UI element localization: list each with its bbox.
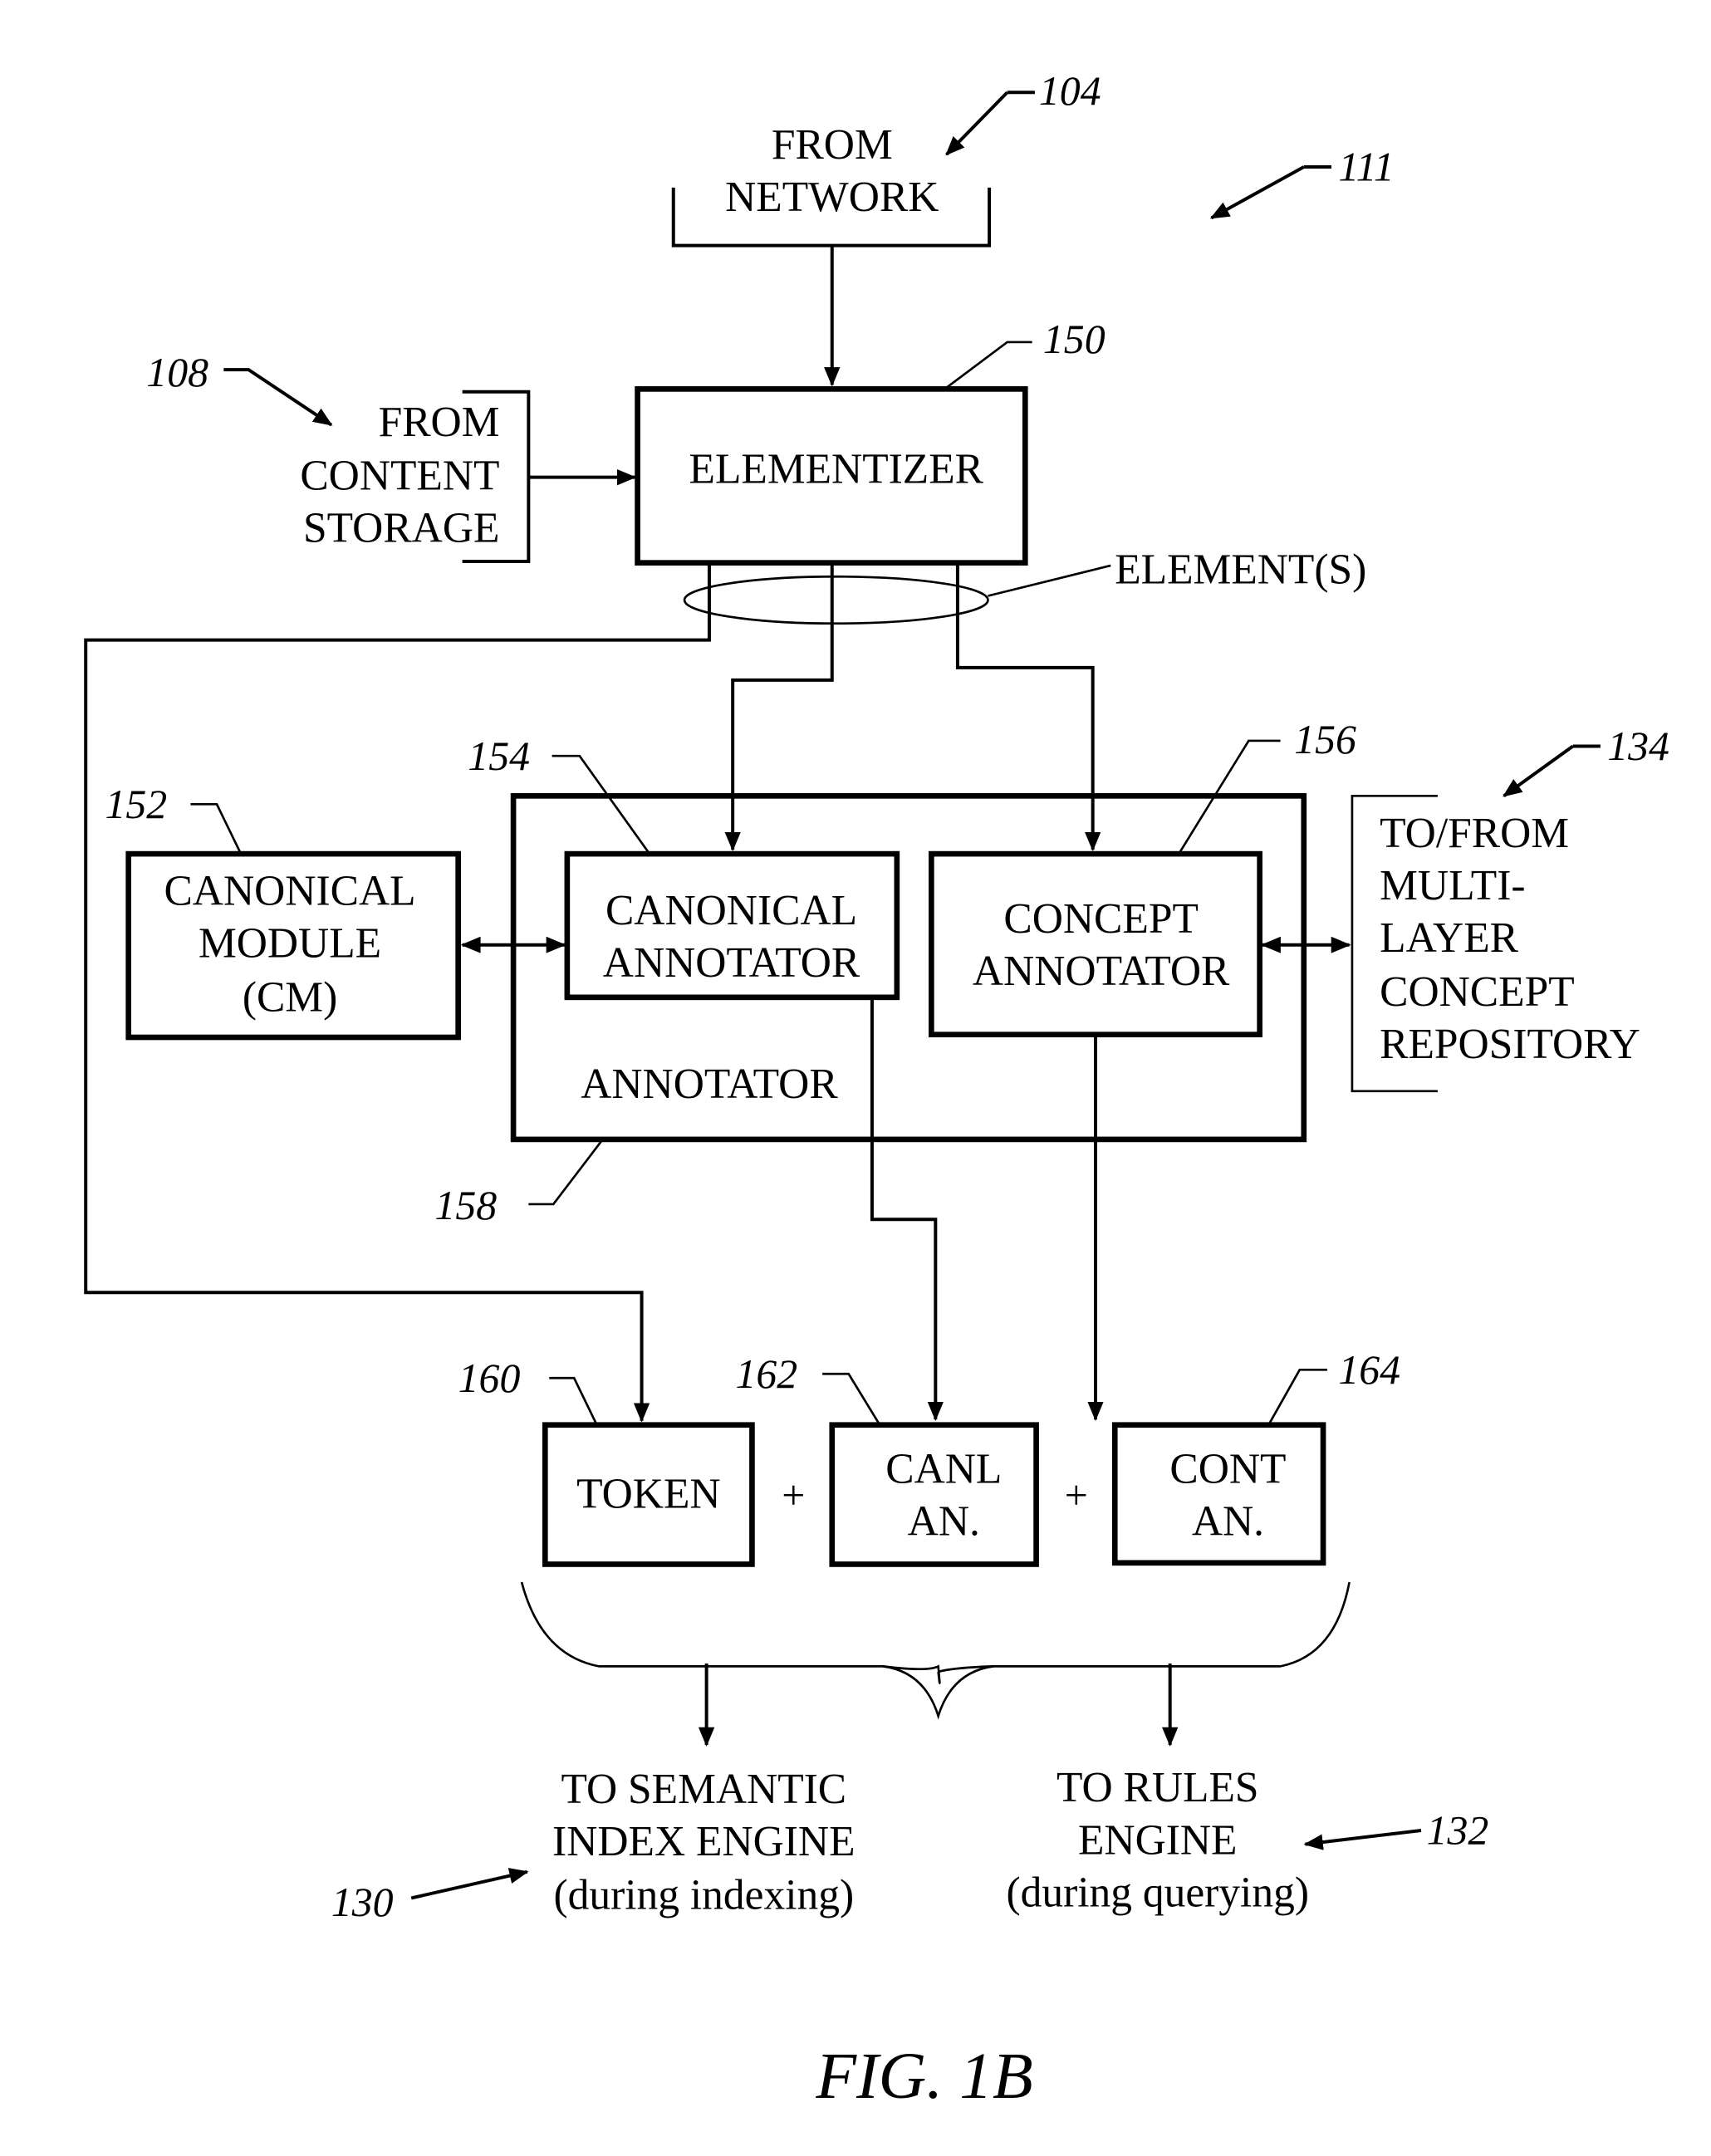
ref-label-108: 108 [146,350,208,395]
from-content-storage-input: FROM CONTENT STORAGE 108 [146,350,637,563]
elementizer-label: ELEMENTIZER [689,445,984,492]
ref-arrow [1303,1829,1422,1850]
leader-line [822,1372,880,1424]
plus-sign-1: + [782,1472,805,1518]
cont-an-line1: CONT [1169,1445,1286,1492]
canonical-annotator-line1: CANONICAL [605,887,857,934]
ref-label-150: 150 [1043,316,1106,362]
ref-arrow [1503,744,1574,797]
patent-diagram: 111 FROM NETWORK 104 FROM CONTENT STORAG… [84,68,1669,2113]
rules-engine-destination: TO RULES ENGINE (during querying) 132 [1006,1764,1488,1916]
plus-sign-2: + [1065,1472,1088,1518]
canonical-module-block: CANONICAL MODULE (CM) 152 [105,782,566,1041]
elements-ellipse [683,575,989,625]
leader-line [552,754,650,854]
rules-engine-line3: (during querying) [1006,1869,1308,1916]
elements-to-concept-annotator-arrow [955,564,1101,852]
ref-label-132: 132 [1427,1808,1489,1854]
concept-annotator-box [929,850,1262,1038]
canonical-module-line2: MODULE [199,920,381,968]
ref-arrow [945,91,1009,156]
annotator-label: ANNOTATOR [581,1061,838,1108]
from-network-input: FROM NETWORK 104 [671,68,1101,387]
leader-line [945,341,1032,389]
canl-an-line1: CANL [885,1445,1002,1492]
grouping-brace [520,1581,1351,1684]
storage-label-line1: FROM [379,399,500,446]
figure-caption: FIG. 1B [815,2040,1032,2113]
output-token: TOKEN 160 [458,1355,755,1567]
leader-line [1268,1368,1328,1424]
repository-line1: TO/FROM [1380,810,1569,857]
elements-to-canonical-annotator-arrow [724,564,834,852]
concept-annotator-line1: CONCEPT [1003,895,1199,943]
network-label-line2: NETWORK [725,174,939,221]
ref-arrow [223,368,333,427]
leader-line [549,1376,597,1424]
ref-label-156: 156 [1294,717,1356,762]
canonical-module-line1: CANONICAL [164,868,415,915]
ref-label-134: 134 [1607,723,1669,769]
semantic-index-destination: TO SEMANTIC INDEX ENGINE (during indexin… [331,1766,856,1925]
semantic-index-line3: (during indexing) [553,1872,854,1919]
ref-label-164: 164 [1338,1347,1400,1393]
network-label-line1: FROM [772,121,893,169]
repository-line2: MULTI- [1380,862,1525,909]
ref-label-104: 104 [1039,68,1101,114]
semantic-index-line1: TO SEMANTIC [561,1766,846,1813]
output-canl-an: CANL AN. 162 [736,1351,1039,1567]
ref-arrow [1209,165,1305,220]
elements-label: ELEMENT(S) [1115,546,1366,594]
semantic-index-line2: INDEX ENGINE [552,1818,855,1865]
repository-line3: LAYER [1380,914,1518,962]
ref-label-130: 130 [331,1879,394,1925]
concept-repository: TO/FROM MULTI- LAYER CONCEPT REPOSITORY … [1260,723,1669,1093]
ref-label-111: 111 [1338,145,1394,190]
cont-an-line2: AN. [1192,1498,1264,1546]
canl-an-line2: AN. [908,1498,980,1546]
canonical-annotator-line2: ANNOTATOR [603,939,860,987]
rules-engine-line2: ENGINE [1078,1816,1238,1864]
ref-label-152: 152 [105,782,167,827]
elementizer-block: ELEMENTIZER 150 [635,316,1106,566]
canonical-to-canl-an-arrow [870,998,944,1422]
annotator-block: ANNOTATOR 158 CANONICAL ANNOTATOR 154 CO… [434,717,1356,1228]
ref-label-158: 158 [434,1183,497,1228]
ref-label-160: 160 [458,1355,521,1401]
ref-arrow [410,1868,529,1900]
leader-line [988,564,1111,597]
concept-annotator-line2: ANNOTATOR [973,948,1230,995]
rules-engine-line1: TO RULES [1057,1764,1259,1811]
canonical-module-line3: (CM) [243,973,337,1021]
ref-label-162: 162 [736,1351,798,1397]
token-label: TOKEN [576,1470,720,1517]
ref-label-154: 154 [468,733,530,779]
repository-line5: REPOSITORY [1380,1021,1640,1068]
leader-line [528,1139,603,1206]
ref-111: 111 [1209,145,1395,220]
storage-label-line3: STORAGE [303,505,499,552]
output-cont-an: CONT AN. 164 [1111,1347,1400,1566]
repository-line4: CONCEPT [1380,968,1575,1016]
storage-label-line2: CONTENT [300,453,499,500]
leader-line [190,802,242,854]
